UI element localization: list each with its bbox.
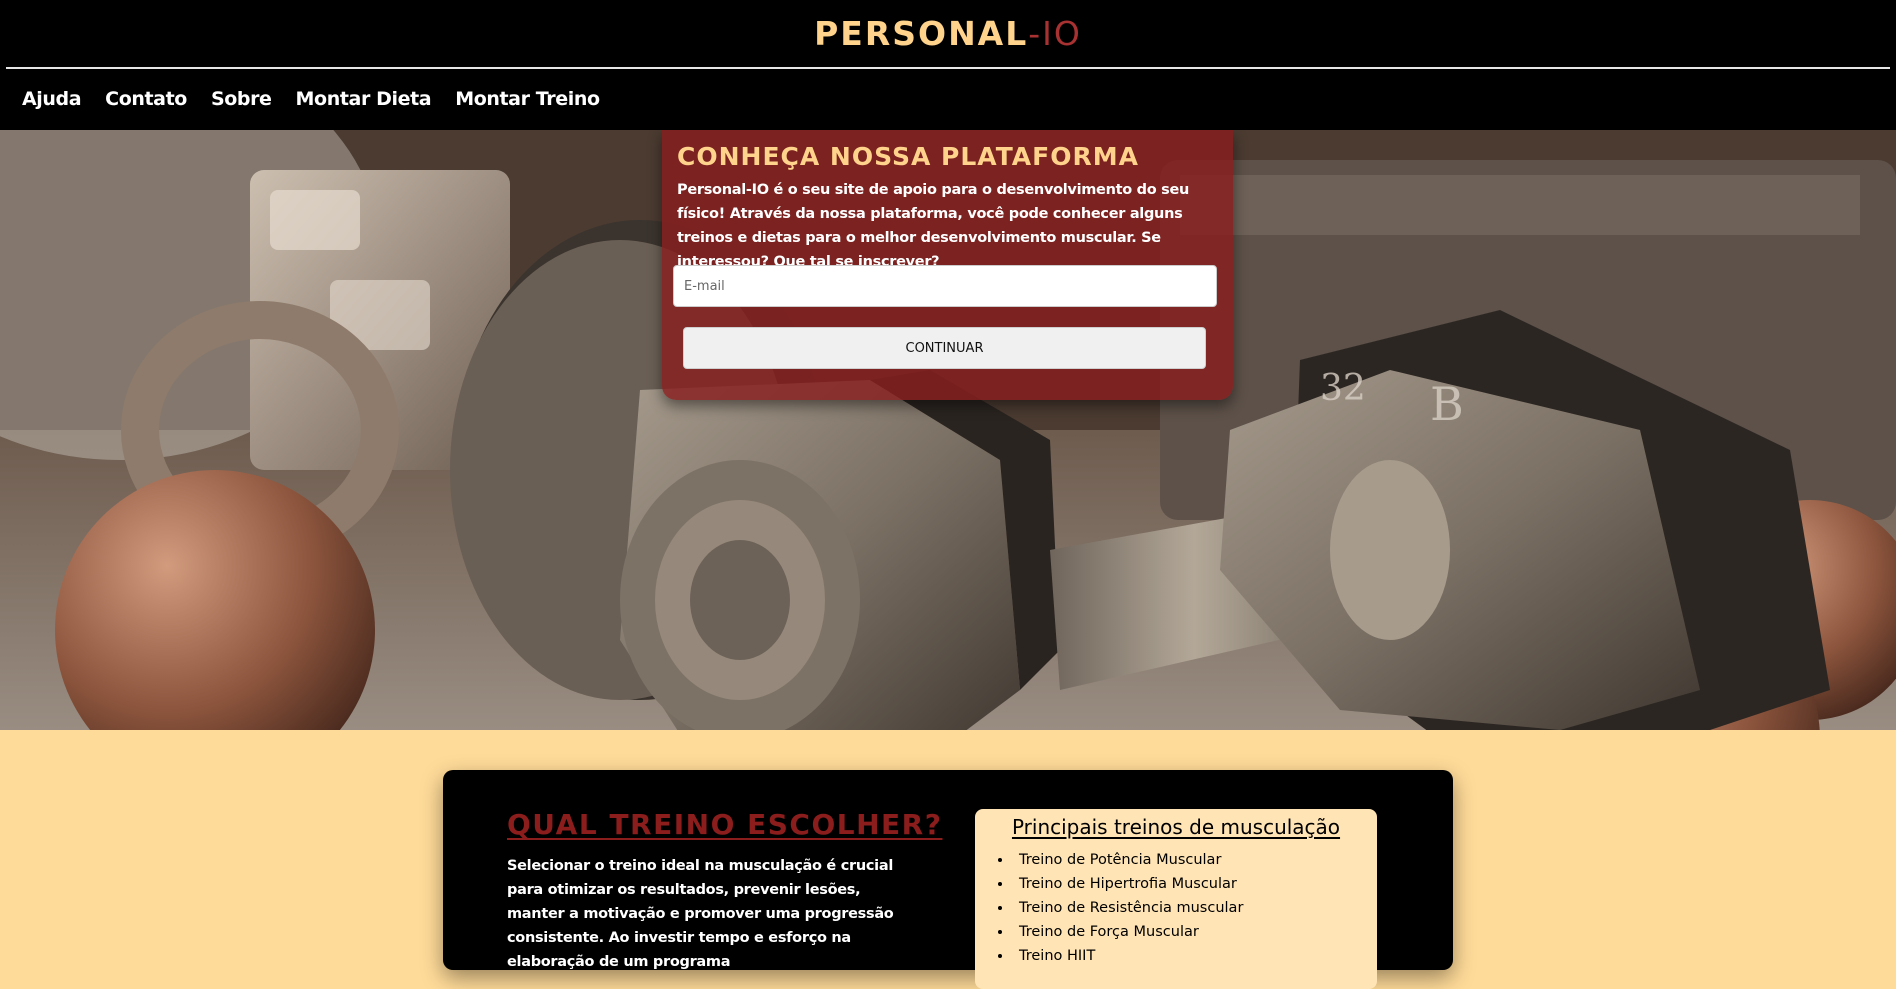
training-list-title: Principais treinos de musculação xyxy=(1011,815,1341,839)
list-item: Treino de Resistência muscular xyxy=(1013,896,1243,920)
training-list: Treino de Potência Muscular Treino de Hi… xyxy=(1013,848,1243,968)
logo-accent: -IO xyxy=(1028,14,1082,53)
site-logo[interactable]: PERSONAL-IO xyxy=(0,14,1896,53)
signup-description: Personal-IO é o seu site de apoio para o… xyxy=(677,182,1190,270)
signup-title: CONHEÇA NOSSA PLATAFORMA xyxy=(677,142,1139,171)
nav-link-contato[interactable]: Contato xyxy=(105,88,187,110)
section-text: Selecionar o treino ideal na musculação … xyxy=(507,858,894,970)
training-list-box: Principais treinos de musculação Treino … xyxy=(975,809,1377,989)
nav-link-montar-treino[interactable]: Montar Treino xyxy=(455,88,600,110)
email-input[interactable] xyxy=(673,265,1217,307)
logo-primary: PERSONAL xyxy=(814,14,1029,53)
svg-text:B: B xyxy=(1430,377,1464,431)
svg-text:32: 32 xyxy=(1320,368,1366,409)
section-title: QUAL TREINO ESCOLHER? xyxy=(507,808,943,841)
signup-card: CONHEÇA NOSSA PLATAFORMA Personal-IO é o… xyxy=(662,130,1233,400)
nav-link-sobre[interactable]: Sobre xyxy=(211,88,272,110)
list-item: Treino de Hipertrofia Muscular xyxy=(1013,872,1243,896)
list-item: Treino de Potência Muscular xyxy=(1013,848,1243,872)
hero-banner: 32 B CONHEÇA NOSSA PLATAFORMA Personal-I… xyxy=(0,130,1896,730)
header-divider xyxy=(6,67,1890,69)
site-header: PERSONAL-IO Ajuda Contato Sobre Montar D… xyxy=(0,0,1896,130)
continue-button[interactable]: CONTINUAR xyxy=(683,327,1206,369)
list-item: Treino HIIT xyxy=(1013,944,1243,968)
training-panel: QUAL TREINO ESCOLHER? Selecionar o trein… xyxy=(443,770,1453,989)
main-nav: Ajuda Contato Sobre Montar Dieta Montar … xyxy=(22,88,600,110)
nav-link-ajuda[interactable]: Ajuda xyxy=(22,88,82,110)
list-item: Treino de Força Muscular xyxy=(1013,920,1243,944)
nav-link-montar-dieta[interactable]: Montar Dieta xyxy=(296,88,432,110)
